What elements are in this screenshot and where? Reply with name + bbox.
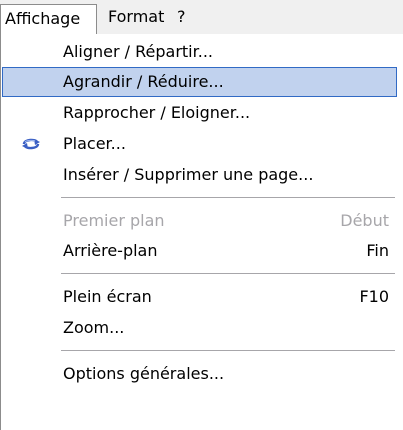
menu-item-shortcut: Fin [366, 241, 389, 260]
menu-item-agrandir-reduire[interactable]: Agrandir / Réduire... [2, 67, 397, 97]
menu-affichage[interactable]: Affichage [0, 4, 97, 35]
menu-item-options-generales[interactable]: Options générales... [2, 359, 397, 389]
menu-help[interactable]: ? [173, 4, 190, 30]
menu-bar: Affichage Format ? [0, 0, 403, 35]
menu-item-shortcut: F10 [359, 287, 389, 306]
menu-item-label: Agrandir / Réduire... [63, 72, 224, 91]
menu-item-premier-plan: Premier plan Début [2, 206, 397, 236]
menu-affichage-label: Affichage [5, 9, 81, 28]
menu-format[interactable]: Format [104, 4, 168, 30]
rotate-arrows-icon [21, 136, 41, 152]
menu-item-label: Options générales... [63, 364, 225, 383]
menu-item-shortcut: Début [340, 211, 389, 230]
menu-item-rapprocher-eloigner[interactable]: Rapprocher / Eloigner... [2, 98, 397, 128]
menu-item-label: Premier plan [63, 211, 165, 230]
menu-item-label: Zoom... [63, 318, 125, 337]
menu-item-label: Aligner / Répartir... [63, 42, 213, 61]
menu-item-label: Insérer / Supprimer une page... [63, 165, 314, 184]
menu-item-placer[interactable]: Placer... [2, 129, 397, 159]
menu-item-aligner-repartir[interactable]: Aligner / Répartir... [2, 37, 397, 67]
menu-item-label: Placer... [63, 134, 126, 153]
menu-item-plein-ecran[interactable]: Plein écran F10 [2, 282, 397, 312]
menu-separator [61, 197, 395, 198]
affichage-dropdown-menu: Aligner / Répartir... Agrandir / Réduire… [0, 34, 403, 430]
menu-format-label: Format [108, 7, 165, 26]
menu-item-label: Plein écran [63, 287, 152, 306]
menu-help-label: ? [177, 7, 186, 26]
menu-separator [61, 350, 395, 351]
menu-item-label: Rapprocher / Eloigner... [63, 103, 251, 122]
menu-separator [61, 273, 395, 274]
menu-item-label: Arrière-plan [63, 241, 158, 260]
menu-item-inserer-supprimer-page[interactable]: Insérer / Supprimer une page... [2, 160, 397, 190]
menu-item-arriere-plan[interactable]: Arrière-plan Fin [2, 236, 397, 266]
menu-item-zoom[interactable]: Zoom... [2, 313, 397, 343]
